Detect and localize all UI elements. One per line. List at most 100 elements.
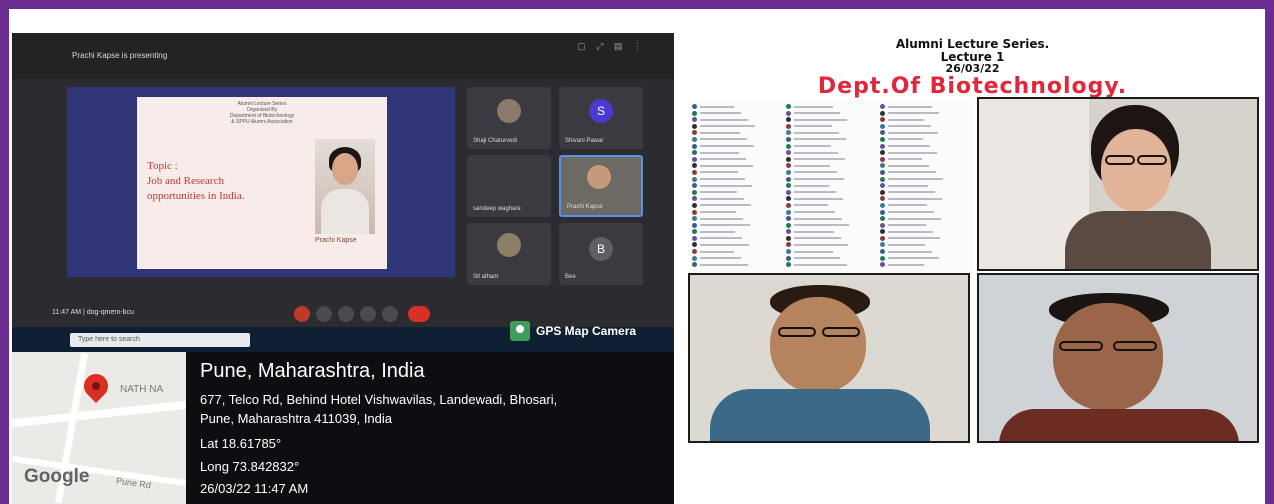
participant-row — [880, 143, 972, 150]
participant-name-line — [888, 145, 930, 148]
participant-name-line — [700, 237, 742, 240]
participant-name-line — [888, 243, 925, 246]
participant-name-line — [794, 243, 848, 246]
collage-department: Dept.Of Biotechnology. — [817, 74, 1128, 99]
participant-avatar-icon — [786, 196, 791, 202]
participant-avatar-icon — [880, 249, 885, 255]
participant-avatar-icon — [786, 255, 791, 261]
avatar: B — [589, 237, 613, 261]
participant-row — [692, 182, 784, 189]
speaker-face — [332, 153, 358, 185]
participant-row — [786, 255, 878, 262]
participant-avatar-icon — [880, 150, 885, 156]
participant-row — [880, 156, 972, 163]
participant-tile[interactable]: Sit atham — [467, 223, 551, 285]
participant-row — [880, 241, 972, 248]
participant-tile[interactable]: Shaji Chaturvedi — [467, 87, 551, 149]
participant-avatar-icon — [786, 104, 791, 109]
participant-tile-active[interactable]: Prachi Kapse — [559, 155, 643, 217]
speaker-video-tile[interactable] — [688, 273, 970, 443]
participant-avatar-icon — [880, 189, 885, 195]
participant-tile[interactable]: sandeep waghare — [467, 155, 551, 217]
mic-icon[interactable] — [294, 306, 310, 322]
participant-row — [786, 195, 878, 202]
participant-row — [692, 195, 784, 202]
participants-list — [688, 99, 973, 275]
participant-avatar-icon — [880, 123, 885, 129]
participant-avatar-icon — [692, 209, 697, 215]
participant-name-line — [888, 237, 940, 240]
more-options-icon[interactable] — [382, 306, 398, 322]
participant-name-line — [794, 263, 847, 266]
taskbar-search-input[interactable]: Type here to search — [70, 333, 250, 347]
address-line: 677, Telco Rd, Behind Hotel Vishwavilas,… — [200, 392, 558, 407]
participant-avatar-icon — [786, 229, 791, 235]
participant-avatar-icon — [692, 183, 697, 189]
participant-name-line — [700, 224, 750, 227]
participant-row — [786, 149, 878, 156]
participant-row — [880, 123, 972, 130]
presentation-slide: Alumni Lecture Series Organized By Depar… — [137, 97, 387, 269]
present-icon[interactable] — [360, 306, 376, 322]
participant-name-line — [794, 204, 828, 207]
participant-row — [692, 228, 784, 235]
glasses — [778, 327, 816, 337]
participant-row — [786, 162, 878, 169]
participant-row — [692, 215, 784, 222]
participant-name-line — [794, 151, 838, 154]
topic-label: Topic : — [147, 160, 178, 172]
participant-name-line — [794, 125, 832, 128]
topic-line: Job and Research — [147, 175, 224, 187]
participant-avatar-icon — [786, 156, 791, 162]
participant-row — [786, 209, 878, 216]
person-clothes — [999, 409, 1239, 441]
participant-avatar-icon — [692, 222, 697, 228]
participant-row — [880, 248, 972, 255]
speaker-name: Prachi Kapse — [315, 237, 357, 244]
participant-avatar-icon — [786, 262, 791, 268]
participant-row — [692, 129, 784, 136]
participant-name-line — [700, 263, 748, 266]
captions-icon[interactable] — [338, 306, 354, 322]
end-call-button[interactable] — [408, 306, 430, 322]
participant-row — [786, 169, 878, 176]
participant-avatar-icon — [880, 130, 885, 136]
participant-row — [786, 116, 878, 123]
topic-line: opportunities in India. — [147, 190, 245, 202]
participant-avatar-icon — [880, 216, 885, 222]
speaker-video-tile[interactable] — [977, 97, 1259, 271]
participant-avatar-icon — [786, 117, 791, 123]
participant-name-line — [888, 171, 936, 174]
participant-name-line — [888, 118, 924, 121]
speaker-video-tile[interactable] — [977, 273, 1259, 443]
participant-name-line — [888, 178, 943, 181]
glasses — [1105, 155, 1135, 165]
participant-name-line — [700, 230, 735, 233]
camera-icon[interactable] — [316, 306, 332, 322]
gps-camera-icon — [510, 321, 530, 341]
participant-row — [786, 182, 878, 189]
participant-row — [880, 176, 972, 183]
participant-avatar-icon — [880, 104, 885, 109]
participant-tile[interactable]: S Shivani Pawar — [559, 87, 643, 149]
participant-name-line — [700, 138, 747, 141]
participant-avatar-icon — [692, 123, 697, 129]
participant-name-line — [794, 178, 844, 181]
participant-avatar-icon — [880, 169, 885, 175]
speaker-photo — [315, 139, 375, 234]
participant-avatar-icon — [880, 255, 885, 261]
participant-name-line — [794, 230, 834, 233]
participant-name-line — [888, 197, 942, 200]
participant-avatar-icon — [880, 262, 885, 268]
participant-name-line — [700, 191, 737, 194]
participant-avatar-icon — [786, 143, 791, 149]
participant-tile[interactable]: B Bee — [559, 223, 643, 285]
participant-avatar-icon — [692, 136, 697, 142]
participant-avatar-icon — [786, 176, 791, 182]
participant-avatar-icon — [692, 130, 697, 136]
participant-avatar-icon — [692, 235, 697, 241]
latitude: Lat 18.61785° — [200, 436, 282, 451]
glasses — [1137, 155, 1167, 165]
participant-name-line — [794, 250, 833, 253]
gps-camera-badge: GPS Map Camera — [510, 319, 636, 343]
